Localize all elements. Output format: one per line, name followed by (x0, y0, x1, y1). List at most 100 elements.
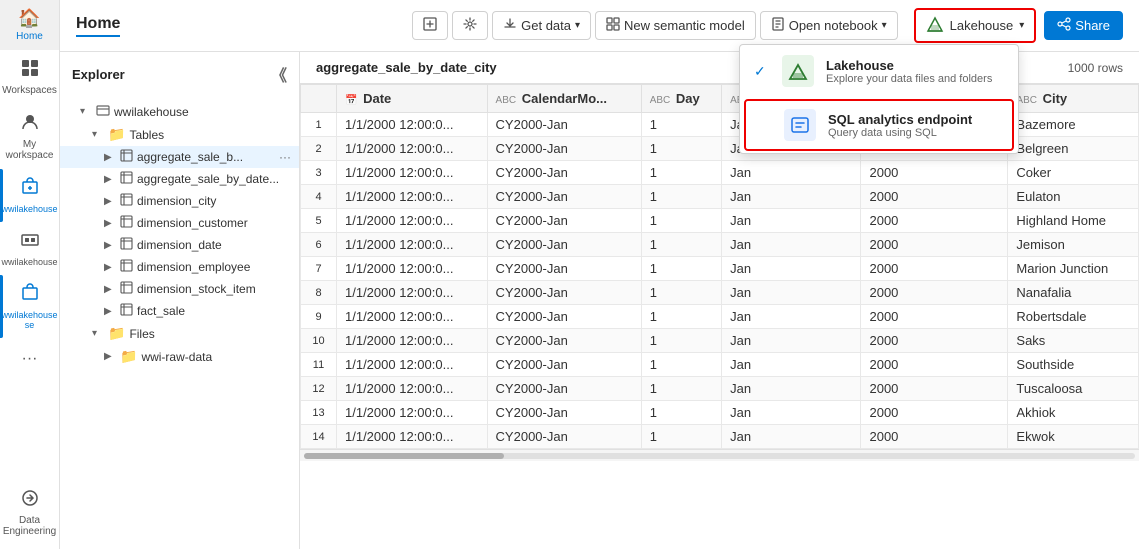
dropdown-item-lakehouse[interactable]: ✓ Lakehouse Explore your data files and … (740, 45, 1018, 97)
tree-table-icon-dim-customer (120, 215, 133, 231)
cell-cal-year: 2000 (861, 257, 1008, 281)
date-type-icon: 📅 (345, 95, 357, 106)
tree-item-dimension-employee[interactable]: ▶ dimension_employee (60, 256, 299, 278)
nav-item-wwilakehouse2[interactable]: wwilakehouse (0, 222, 59, 275)
cell-date: 1/1/2000 12:00:0... (337, 353, 488, 377)
cell-day: 1 (641, 353, 721, 377)
get-data-label: Get data (521, 18, 571, 33)
main-area: Home Get data ▾ (60, 0, 1139, 549)
nav-wwilakehouse3-label: wwilakehouse se (1, 310, 57, 330)
cell-cal-month: CY2000-Jan (487, 281, 641, 305)
cell-city: Southside (1008, 353, 1139, 377)
cell-cal-year: 2000 (861, 329, 1008, 353)
cell-day: 1 (641, 137, 721, 161)
tree-table-icon-fact-sale (120, 303, 133, 319)
explorer-title: Explorer (72, 67, 125, 82)
nav-item-wwilakehouse3[interactable]: wwilakehouse se (0, 275, 59, 338)
cell-date: 1/1/2000 12:00:0... (337, 137, 488, 161)
dropdown-item-sql[interactable]: SQL analytics endpoint Query data using … (744, 99, 1014, 151)
new-semantic-model-button[interactable]: New semantic model (595, 11, 756, 40)
table-row: 10 1/1/2000 12:00:0... CY2000-Jan 1 Jan … (301, 329, 1139, 353)
tree-chevron-dim-customer: ▶ (104, 218, 116, 229)
col-header-city[interactable]: ABC City (1008, 85, 1139, 113)
tree-item-fact-sale[interactable]: ▶ fact_sale (60, 300, 299, 322)
tree-folder-icon-wwi: 📁 (120, 348, 137, 365)
table-row: 8 1/1/2000 12:00:0... CY2000-Jan 1 Jan 2… (301, 281, 1139, 305)
cell-city: Ekwok (1008, 425, 1139, 449)
col-header-num (301, 85, 337, 113)
share-button[interactable]: Share (1044, 11, 1123, 40)
table-row: 5 1/1/2000 12:00:0... CY2000-Jan 1 Jan 2… (301, 209, 1139, 233)
tree-chevron-fact-sale: ▶ (104, 306, 116, 317)
open-notebook-button[interactable]: Open notebook ▾ (760, 11, 898, 40)
col-header-day[interactable]: ABC Day (641, 85, 721, 113)
new-item-button[interactable] (412, 11, 448, 40)
tree-item-root[interactable]: ▾ wwilakehouse (60, 100, 299, 123)
cell-row-num: 6 (301, 233, 337, 257)
get-data-icon (503, 17, 517, 34)
dropdown-sql-desc: Query data using SQL (828, 127, 1002, 139)
share-icon (1057, 17, 1071, 34)
cell-cal-month: CY2000-Jan (487, 353, 641, 377)
cell-cal-year: 2000 (861, 401, 1008, 425)
topbar: Home Get data ▾ (60, 0, 1139, 52)
tree-item-wwi-raw-data[interactable]: ▶ 📁 wwi-raw-data (60, 345, 299, 368)
dropdown-lakehouse-desc: Explore your data files and folders (826, 73, 1004, 85)
tree-item-files[interactable]: ▾ 📁 Files (60, 322, 299, 345)
tree-agg1-actions[interactable]: ··· (279, 150, 291, 164)
tree-table-icon-dim-employee (120, 259, 133, 275)
tree-item-aggregate-sale-b[interactable]: ▶ aggregate_sale_b... ··· (60, 146, 299, 168)
city-type: ABC (1016, 95, 1037, 106)
cell-date: 1/1/2000 12:00:0... (337, 185, 488, 209)
tree-tables-folder-icon: 📁 (108, 126, 125, 143)
cell-date: 1/1/2000 12:00:0... (337, 305, 488, 329)
tree-item-dimension-city[interactable]: ▶ dimension_city (60, 190, 299, 212)
cell-day: 1 (641, 185, 721, 209)
cell-cal-year: 2000 (861, 161, 1008, 185)
lakehouse-button[interactable]: Lakehouse ▾ (914, 8, 1037, 43)
tree-table-icon-agg1 (120, 149, 133, 165)
settings-button[interactable] (452, 11, 488, 40)
cell-short-month: Jan (722, 353, 861, 377)
tree-item-aggregate-sale-by-date[interactable]: ▶ aggregate_sale_by_date... (60, 168, 299, 190)
col-header-date[interactable]: 📅 Date (337, 85, 488, 113)
nav-item-my-workspace[interactable]: My workspace (0, 104, 59, 169)
tree-item-tables[interactable]: ▾ 📁 Tables (60, 123, 299, 146)
col-header-calendar-month[interactable]: ABC CalendarMo... (487, 85, 641, 113)
tree-chevron-files: ▾ (92, 328, 104, 339)
tree-table-icon-dim-city (120, 193, 133, 209)
tree-chevron-dim-date: ▶ (104, 240, 116, 251)
tree-chevron-root: ▾ (80, 106, 92, 117)
cell-row-num: 1 (301, 113, 337, 137)
horizontal-scrollbar[interactable] (300, 449, 1139, 461)
table-row: 14 1/1/2000 12:00:0... CY2000-Jan 1 Jan … (301, 425, 1139, 449)
share-label: Share (1075, 18, 1110, 33)
nav-workspaces-label: Workspaces (2, 85, 57, 96)
open-notebook-icon (771, 17, 785, 34)
nav-item-home[interactable]: 🏠 Home (0, 0, 59, 50)
get-data-button[interactable]: Get data ▾ (492, 11, 591, 40)
cell-date: 1/1/2000 12:00:0... (337, 377, 488, 401)
nav-home-label: Home (16, 31, 43, 42)
nav-item-more[interactable]: ··· (0, 342, 59, 376)
tree-item-dimension-stock-item[interactable]: ▶ dimension_stock_item (60, 278, 299, 300)
cell-city: Bazemore (1008, 113, 1139, 137)
cell-row-num: 14 (301, 425, 337, 449)
tree-item-dimension-date[interactable]: ▶ dimension_date (60, 234, 299, 256)
cell-cal-month: CY2000-Jan (487, 185, 641, 209)
cell-cal-year: 2000 (861, 353, 1008, 377)
wwilakehouse1-icon (20, 177, 40, 202)
nav-item-workspaces[interactable]: Workspaces (0, 50, 59, 104)
cell-row-num: 5 (301, 209, 337, 233)
cell-cal-month: CY2000-Jan (487, 377, 641, 401)
cell-cal-year: 2000 (861, 185, 1008, 209)
cell-short-month: Jan (722, 209, 861, 233)
nav-item-data-engineering[interactable]: Data Engineering (0, 480, 59, 549)
dropdown-sql-name: SQL analytics endpoint (828, 112, 1002, 127)
explorer-collapse-button[interactable]: 《 (271, 62, 287, 86)
tree-agg1-label: aggregate_sale_b... (137, 150, 243, 164)
tree-item-dimension-customer[interactable]: ▶ dimension_customer (60, 212, 299, 234)
cell-cal-year: 2000 (861, 305, 1008, 329)
nav-item-wwilakehouse1[interactable]: wwilakehouse (0, 169, 59, 222)
cell-day: 1 (641, 161, 721, 185)
